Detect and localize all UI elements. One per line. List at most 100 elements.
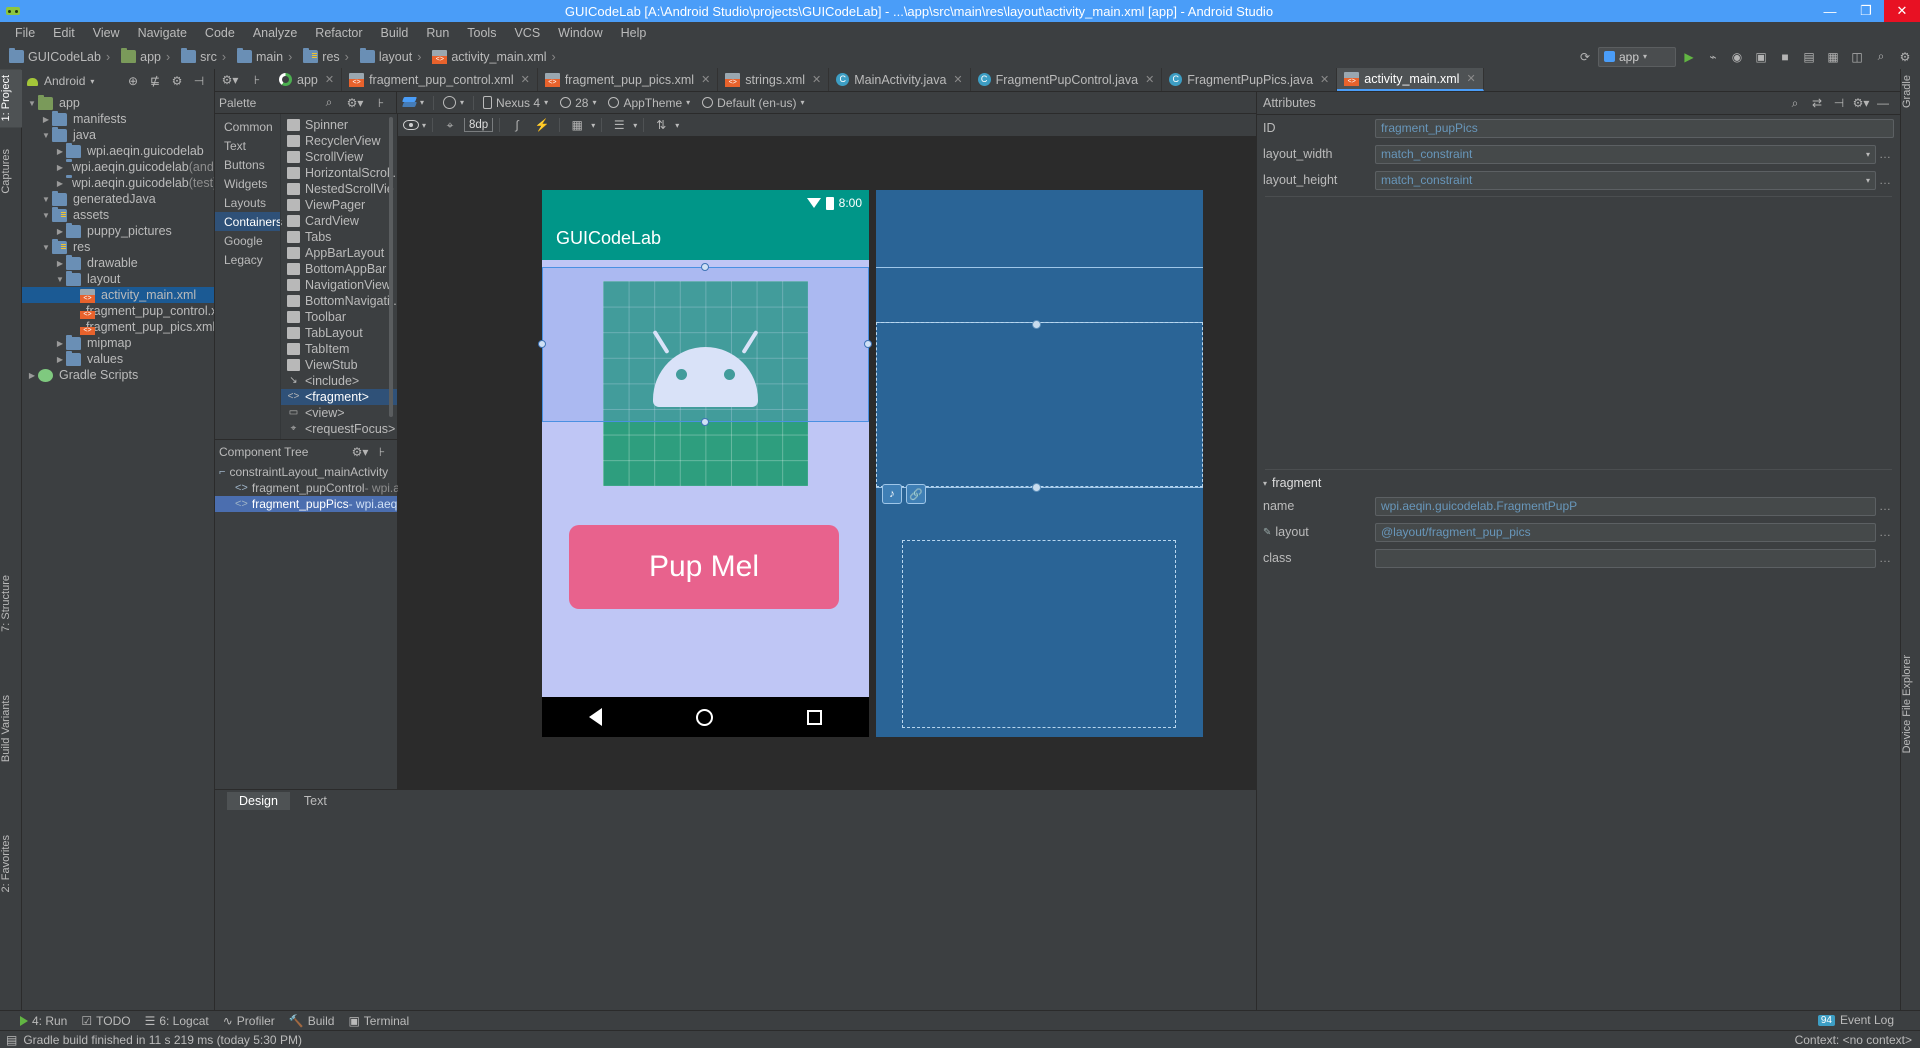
status-item-logcat[interactable]: ☰ 6: Logcat [145,1014,209,1028]
project-tree-row[interactable]: ▶ manifests [22,110,214,127]
stop-icon[interactable]: ■ [1774,46,1796,67]
run-configuration-selector[interactable]: app ▾ [1598,46,1676,67]
tool-window-captures[interactable]: Captures [0,143,22,200]
menu-refactor[interactable]: Refactor [306,24,371,42]
blueprint-handle-bottom[interactable] [1032,483,1041,492]
profile-icon[interactable]: ◉ [1726,46,1748,67]
palette-item[interactable]: ViewStub [281,357,397,373]
chevron-down-icon[interactable]: ▼ [40,239,52,255]
menu-build[interactable]: Build [372,24,418,42]
blueprint-fragment-pics[interactable] [902,540,1176,728]
design-mode-selector[interactable]: ▾ [397,97,430,108]
close-tab-icon[interactable]: ✕ [953,73,962,86]
attr-value-id[interactable]: fragment_pupPics [1375,118,1894,138]
palette-category-legacy[interactable]: Legacy [215,250,280,269]
chevron-down-icon[interactable]: ▼ [26,95,38,111]
attr-more-button[interactable]: … [1876,499,1894,513]
chevron-down-icon[interactable]: ▼ [40,191,52,207]
palette-item[interactable]: CardView [281,213,397,229]
settings-icon[interactable]: ⚙▾ [349,442,371,463]
settings-icon[interactable]: ⚙▾ [1850,93,1872,114]
target-icon[interactable]: ⊕ [122,71,144,92]
project-tree-row[interactable]: ▶ wpi.aeqin.guicodelab (androidT [22,158,214,175]
device-selector[interactable]: Nexus 4 ▾ [477,96,554,110]
palette-item[interactable]: TabLayout [281,325,397,341]
menu-code[interactable]: Code [196,24,244,42]
hide-icon[interactable]: ⊣ [188,71,210,92]
breadcrumb-item-res[interactable]: res › [300,48,357,65]
project-tree-row[interactable]: ▼ layout [22,270,214,287]
hide-icon[interactable]: ⊦ [246,69,268,90]
palette-item[interactable]: ↘ <include> [281,373,397,389]
close-tab-icon[interactable]: ✕ [701,73,710,86]
palette-item[interactable]: TabItem [281,341,397,357]
component-tree-row[interactable]: ⌐ constraintLayout_mainActivity [215,464,397,480]
chevron-down-icon[interactable]: ▼ [40,127,52,143]
maximize-button[interactable]: ❐ [1848,0,1884,22]
project-tree-row[interactable]: fragment_pup_control.xml [22,303,214,319]
api-selector[interactable]: 28 ▾ [554,96,602,110]
close-tab-icon[interactable]: ✕ [1466,72,1475,85]
design-canvas[interactable]: 8:00 GUICodeLab Pup Mel ♪ 🔗 [398,137,1256,789]
project-tree-row[interactable]: ▼ assets [22,206,214,223]
project-tree-row[interactable]: ▶ puppy_pictures [22,222,214,239]
project-tree-row[interactable]: ▶ mipmap [22,334,214,351]
chevron-right-icon[interactable]: ▶ [54,255,66,271]
project-tree-row[interactable]: ▶ wpi.aeqin.guicodelab [22,142,214,159]
status-item-terminal[interactable]: ▣ Terminal [348,1014,409,1028]
palette-item[interactable]: Tabs [281,229,397,245]
collapse-all-icon[interactable]: ⋢ [144,71,166,92]
status-item-profiler[interactable]: ∿ Profiler [223,1014,275,1028]
link-badge-icon[interactable]: 🔗 [906,484,926,504]
breadcrumb-item-app[interactable]: app › [118,48,178,65]
filter-icon[interactable]: ⇄ [1806,93,1828,114]
search-icon[interactable]: ⌕ [318,92,340,113]
constraint-handle-bottom[interactable] [701,418,709,426]
palette-item[interactable]: NavigationView [281,277,397,293]
attr-value-layout-width[interactable]: match_constraint ▾ [1375,144,1876,164]
recents-icon[interactable] [807,709,822,725]
attributes-section-fragment[interactable]: ▾ fragment [1257,473,1900,493]
run-icon[interactable]: ▶ [1678,46,1700,67]
chevron-right-icon[interactable]: ▶ [26,367,38,383]
breadcrumb-item-activity-main[interactable]: activity_main.xml› [429,49,563,65]
chevron-right-icon[interactable]: ▶ [40,111,52,127]
status-item-run[interactable]: 4: Run [20,1014,67,1028]
palette-item[interactable]: ScrollView [281,149,397,165]
chevron-right-icon[interactable]: ▶ [54,143,66,159]
event-log-button[interactable]: 94 Event Log [1817,1010,1894,1030]
settings-icon[interactable]: ⚙▾ [219,69,241,90]
hide-icon[interactable]: ⊦ [371,442,393,463]
palette-category-common[interactable]: Common [215,117,280,136]
settings-icon[interactable]: ⚙▾ [344,92,366,113]
palette-scrollbar[interactable] [389,117,393,417]
breadcrumb-item-main[interactable]: main › [234,48,300,65]
palette-item[interactable]: ViewPager [281,197,397,213]
palette-item[interactable]: NestedScrollVie⤓ [281,181,397,197]
project-tree-row[interactable]: ▶ wpi.aeqin.guicodelab (test) [22,174,214,191]
close-tab-icon[interactable]: ✕ [1320,73,1329,86]
palette-item[interactable]: ▭ <view> [281,405,397,421]
palette-item[interactable]: BottomAppBar [281,261,397,277]
menu-analyze[interactable]: Analyze [244,24,306,42]
menu-vcs[interactable]: VCS [505,24,549,42]
constraint-handle-left[interactable] [538,340,546,348]
blueprint-preview[interactable]: ♪ 🔗 [876,190,1203,737]
tool-window-favorites[interactable]: 2: Favorites [0,829,22,898]
close-button[interactable]: ✕ [1884,0,1920,22]
attr-more-button[interactable]: … [1876,525,1894,539]
status-item-todo[interactable]: ☑ TODO [81,1014,130,1028]
chevron-right-icon[interactable]: ▶ [54,159,66,175]
chevron-right-icon[interactable]: ▶ [54,335,66,351]
menu-window[interactable]: Window [549,24,611,42]
close-tab-icon[interactable]: ✕ [325,73,334,86]
context-label[interactable]: Context: <no context> [1795,1033,1912,1047]
palette-category-widgets[interactable]: Widgets [215,174,280,193]
tool-window-gradle[interactable]: Gradle [1901,69,1920,114]
palette-item[interactable]: HorizontalScroll... [281,165,397,181]
theme-selector[interactable]: AppTheme ▾ [602,96,696,110]
close-tab-icon[interactable]: ✕ [521,73,530,86]
tool-window-build-variants[interactable]: Build Variants [0,689,22,768]
chevron-down-icon[interactable]: ▼ [54,271,66,287]
menu-view[interactable]: View [84,24,129,42]
